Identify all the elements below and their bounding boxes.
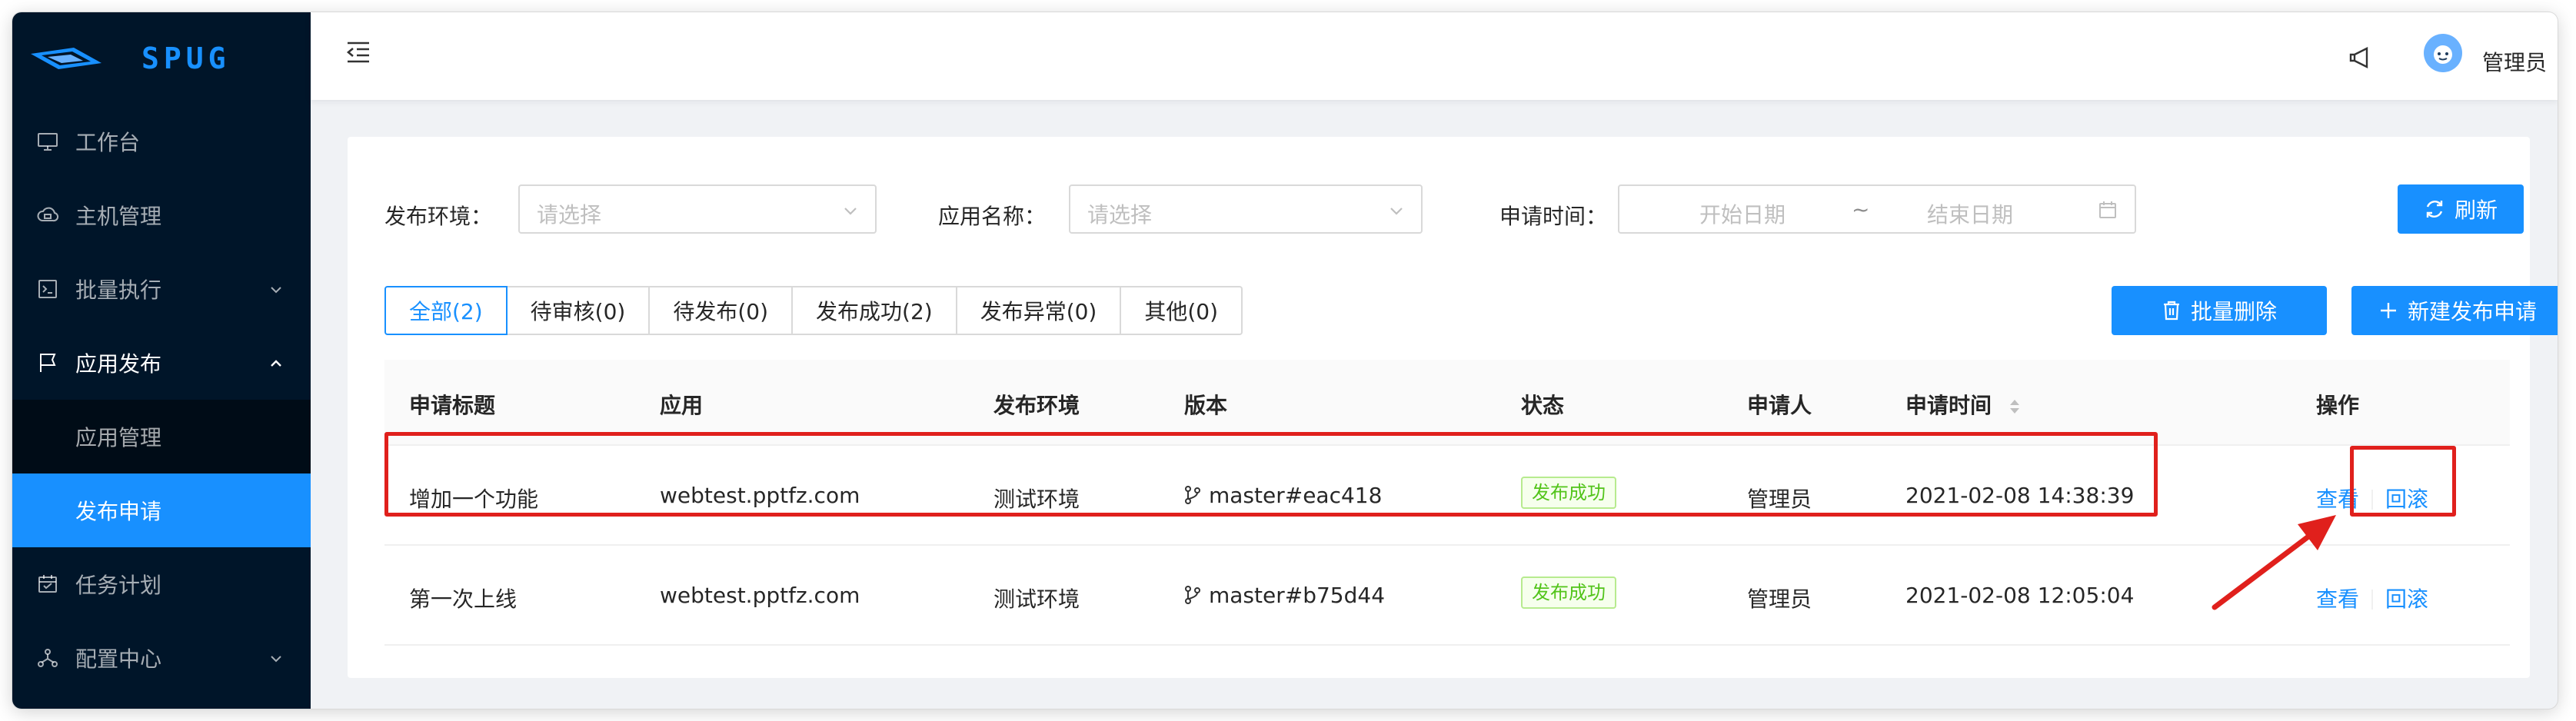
logo-text: SPUG (141, 42, 231, 75)
sidebar-item-app-manage[interactable]: 应用管理 (12, 400, 311, 473)
sidebar-item-hosts[interactable]: 主机管理 (12, 178, 311, 252)
batch-delete-label: 批量删除 (2190, 299, 2277, 324)
column-applicant: 申请人 (1747, 393, 1812, 418)
sidebar: SPUG 工作台 主机管理 批量执行 应用发布 应用管理 发布申请 任务计划 配… (12, 12, 311, 709)
refresh-button[interactable]: 刷新 (2398, 184, 2524, 234)
row-app: webtest.pptfz.com (660, 583, 860, 608)
app-select[interactable]: 请选择 (1069, 184, 1423, 234)
start-date-input[interactable]: 开始日期 (1699, 198, 1786, 229)
notification-icon[interactable] (2347, 45, 2373, 74)
logo[interactable]: SPUG (12, 12, 311, 105)
calendar-icon (2098, 200, 2118, 223)
column-app: 应用 (660, 393, 704, 418)
status-tabs: 全部(2) 待审核(0) 待发布(0) 发布成功(2) 发布异常(0) 其他(0… (384, 286, 1243, 335)
flag-icon (35, 351, 60, 375)
new-request-label: 新建发布申请 (2407, 299, 2537, 324)
branch-icon (1185, 586, 1200, 604)
refresh-button-label: 刷新 (2454, 198, 2498, 223)
sidebar-item-label: 任务计划 (75, 573, 162, 598)
env-select-placeholder: 请选择 (537, 202, 602, 228)
chevron-down-icon (841, 201, 860, 223)
sidebar-item-config-center[interactable]: 配置中心 (12, 621, 311, 695)
chevron-down-icon (268, 647, 285, 673)
app-window: SPUG 工作台 主机管理 批量执行 应用发布 应用管理 发布申请 任务计划 配… (12, 12, 2558, 709)
avatar[interactable] (2424, 34, 2462, 72)
annotation-arrow-icon (2212, 515, 2336, 610)
cloud-server-icon (35, 203, 60, 228)
spug-logo-icon (31, 48, 102, 69)
deployment-icon (35, 646, 60, 670)
tab-other[interactable]: 其他(0) (1121, 286, 1243, 335)
column-time-label: 申请时间 (1905, 393, 1992, 418)
table-row: 第一次上线 webtest.pptfz.com 测试环境 master#b75d… (384, 546, 2510, 646)
column-time[interactable]: 申请时间 (1905, 389, 2021, 420)
desktop-icon (35, 129, 60, 154)
reload-icon (2426, 201, 2443, 218)
sidebar-item-workbench[interactable]: 工作台 (12, 105, 311, 178)
sidebar-item-label: 配置中心 (75, 646, 162, 672)
row-env: 测试环境 (993, 586, 1080, 612)
column-version: 版本 (1184, 393, 1228, 418)
tab-release-error[interactable]: 发布异常(0) (957, 286, 1122, 335)
range-separator: ~ (1852, 197, 1870, 222)
tab-pending-release[interactable]: 待发布(0) (650, 286, 794, 335)
tab-release-success[interactable]: 发布成功(2) (793, 286, 957, 335)
app-select-placeholder: 请选择 (1087, 202, 1153, 228)
column-title: 申请标题 (409, 393, 496, 418)
end-date-input[interactable]: 结束日期 (1927, 198, 2013, 229)
sidebar-item-label: 批量执行 (75, 277, 162, 303)
app-filter-label: 应用名称： (938, 204, 1047, 229)
column-actions: 操作 (2316, 393, 2360, 418)
sort-icon[interactable] (2009, 397, 2021, 416)
sidebar-item-schedule[interactable]: 任务计划 (12, 547, 311, 621)
username[interactable]: 管理员 (2482, 46, 2547, 77)
sidebar-item-batch-exec[interactable]: 批量执行 (12, 252, 311, 326)
sidebar-item-label: 应用发布 (75, 351, 162, 377)
row-applicant: 管理员 (1747, 586, 1812, 612)
action-divider (2371, 590, 2374, 610)
time-filter-label: 申请时间： (1499, 204, 1608, 229)
row-version: master#b75d44 (1184, 583, 1385, 608)
batch-delete-button[interactable]: 批量删除 (2112, 286, 2327, 335)
row-title: 第一次上线 (409, 586, 518, 612)
menu-fold-icon[interactable] (343, 37, 374, 71)
chevron-up-icon (268, 352, 285, 377)
chevron-down-icon (1387, 201, 1406, 223)
code-icon (35, 277, 60, 301)
submenu-app-release: 应用管理 发布申请 (12, 400, 311, 547)
column-status: 状态 (1521, 393, 1565, 418)
annotation-highlight-row (384, 432, 2158, 517)
new-request-button[interactable]: 新建发布申请 (2351, 286, 2558, 335)
annotation-highlight-rollback (2350, 446, 2456, 517)
sidebar-item-label: 主机管理 (75, 204, 162, 229)
env-filter-label: 发布环境： (384, 204, 493, 229)
plus-icon (2380, 303, 2396, 318)
tab-pending-review[interactable]: 待审核(0) (507, 286, 651, 335)
status-badge: 发布成功 (1521, 576, 1616, 609)
tab-all[interactable]: 全部(2) (384, 286, 508, 335)
row-version-text: master#b75d44 (1209, 583, 1386, 608)
sidebar-item-label: 工作台 (75, 130, 141, 155)
rollback-link[interactable]: 回滚 (2385, 586, 2428, 612)
top-header: 管理员 (311, 12, 2558, 100)
column-env: 发布环境 (993, 393, 1080, 418)
sidebar-item-release-request[interactable]: 发布申请 (12, 473, 311, 547)
date-range-picker[interactable]: 开始日期 ~ 结束日期 (1618, 184, 2136, 234)
sidebar-item-app-release[interactable]: 应用发布 (12, 326, 311, 400)
row-time: 2021-02-08 12:05:04 (1905, 583, 2135, 608)
delete-icon (2163, 301, 2179, 321)
env-select[interactable]: 请选择 (518, 184, 877, 234)
schedule-icon (35, 572, 60, 596)
chevron-down-icon (268, 278, 285, 304)
